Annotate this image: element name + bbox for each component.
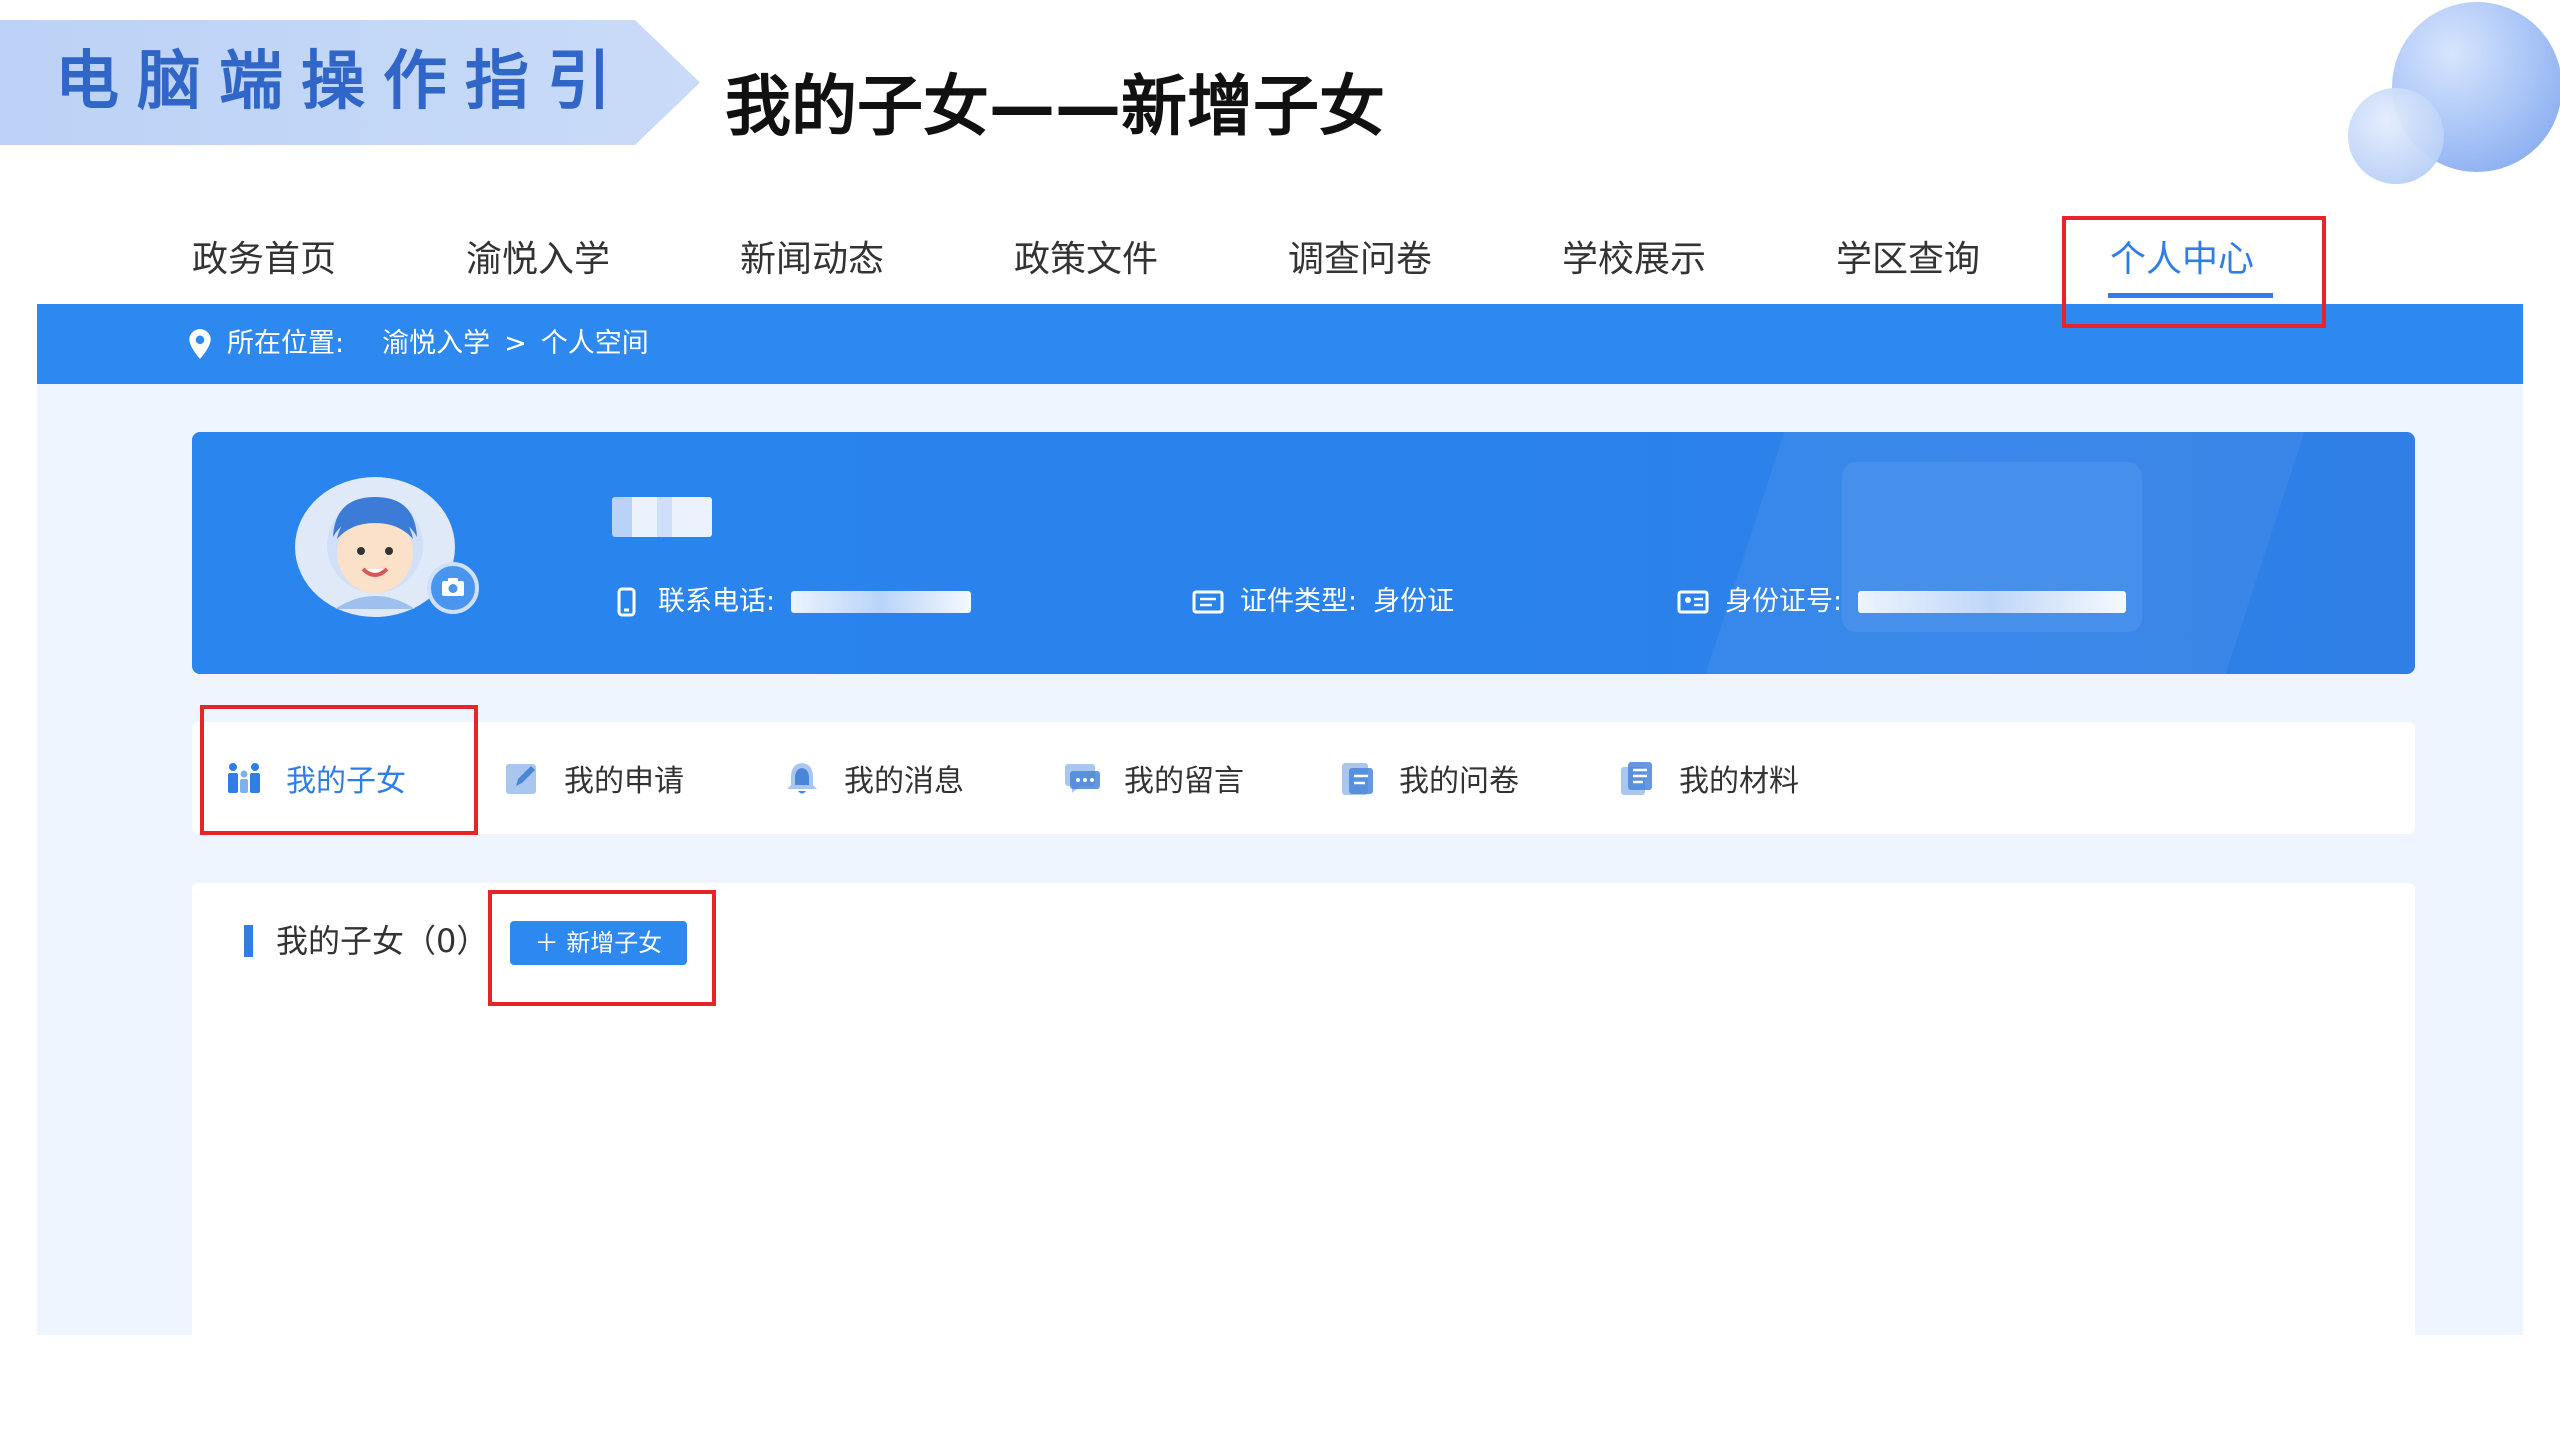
breadcrumb: 所在位置: 渝悦入学 > 个人空间 [187, 304, 649, 384]
phone-value-redacted [791, 591, 972, 613]
phone-label: 联系电话: [658, 586, 776, 617]
id-badge-icon [1677, 590, 1709, 614]
slide-banner: 电脑端操作指引 [0, 20, 700, 145]
children-count: （0） [404, 922, 489, 960]
tab-my-messages[interactable]: 我的消息 [782, 722, 964, 834]
tab-label: 我的留言 [1124, 764, 1244, 799]
breadcrumb-current: 个人空间 [540, 328, 649, 359]
decor-circle-small [2348, 88, 2444, 184]
highlight-box-add-child [488, 890, 716, 1006]
tab-my-surveys[interactable]: 我的问卷 [1337, 722, 1519, 834]
location-pin-icon [189, 329, 211, 359]
edit-icon [506, 764, 536, 794]
banner-label: 电脑端操作指引 [55, 45, 629, 119]
id-number-info: 身份证号: [1677, 580, 2127, 624]
phone-icon [617, 587, 636, 617]
profile-card: 联系电话: 证件类型: 身份证 身份证号: [192, 432, 2415, 674]
id-type-label: 证件类型: [1240, 586, 1358, 617]
slide-title: 我的子女——新增子女 [725, 68, 1385, 145]
nav-item-schools[interactable]: 学校展示 [1562, 190, 1706, 304]
breadcrumb-link-enrollment[interactable]: 渝悦入学 [382, 304, 490, 384]
highlight-box-personal-center [2062, 216, 2326, 328]
nav-item-enrollment[interactable]: 渝悦入学 [466, 190, 610, 304]
phone-info: 联系电话: [610, 580, 972, 624]
camera-icon[interactable] [427, 562, 479, 614]
survey-icon [1342, 763, 1373, 795]
tab-label: 我的问卷 [1399, 764, 1519, 799]
id-type-value: 身份证 [1373, 586, 1455, 617]
nav-item-policy[interactable]: 政策文件 [1014, 190, 1158, 304]
bell-icon [787, 763, 817, 794]
id-number-value-redacted [1858, 591, 2127, 613]
breadcrumb-separator: > [504, 328, 527, 359]
user-name-redacted [612, 497, 712, 537]
highlight-box-my-children-tab [200, 705, 478, 835]
nav-item-home[interactable]: 政务首页 [192, 190, 336, 304]
documents-icon [1621, 762, 1652, 795]
tab-my-comments[interactable]: 我的留言 [1062, 722, 1244, 834]
section-accent-bar [244, 925, 253, 957]
nav-item-news[interactable]: 新闻动态 [740, 190, 884, 304]
id-number-label: 身份证号: [1725, 586, 1843, 617]
tab-my-applications[interactable]: 我的申请 [502, 722, 684, 834]
section-title: 我的子女（0） [276, 921, 488, 961]
tab-label: 我的申请 [564, 764, 684, 799]
chat-icon [1065, 764, 1100, 793]
nav-item-district[interactable]: 学区查询 [1836, 190, 1980, 304]
section-title-text: 我的子女 [276, 922, 405, 960]
nav-item-survey[interactable]: 调查问卷 [1288, 190, 1432, 304]
tab-my-materials[interactable]: 我的材料 [1617, 722, 1799, 834]
id-type-info: 证件类型: 身份证 [1192, 580, 1454, 624]
id-card-icon [1192, 590, 1224, 614]
personal-tabs: 我的子女 我的申请 我的消息 我的留言 我的问卷 我的材料 [192, 722, 2415, 834]
tab-label: 我的材料 [1679, 764, 1799, 799]
breadcrumb-prefix: 所在位置: [227, 328, 345, 359]
tab-label: 我的消息 [844, 764, 964, 799]
